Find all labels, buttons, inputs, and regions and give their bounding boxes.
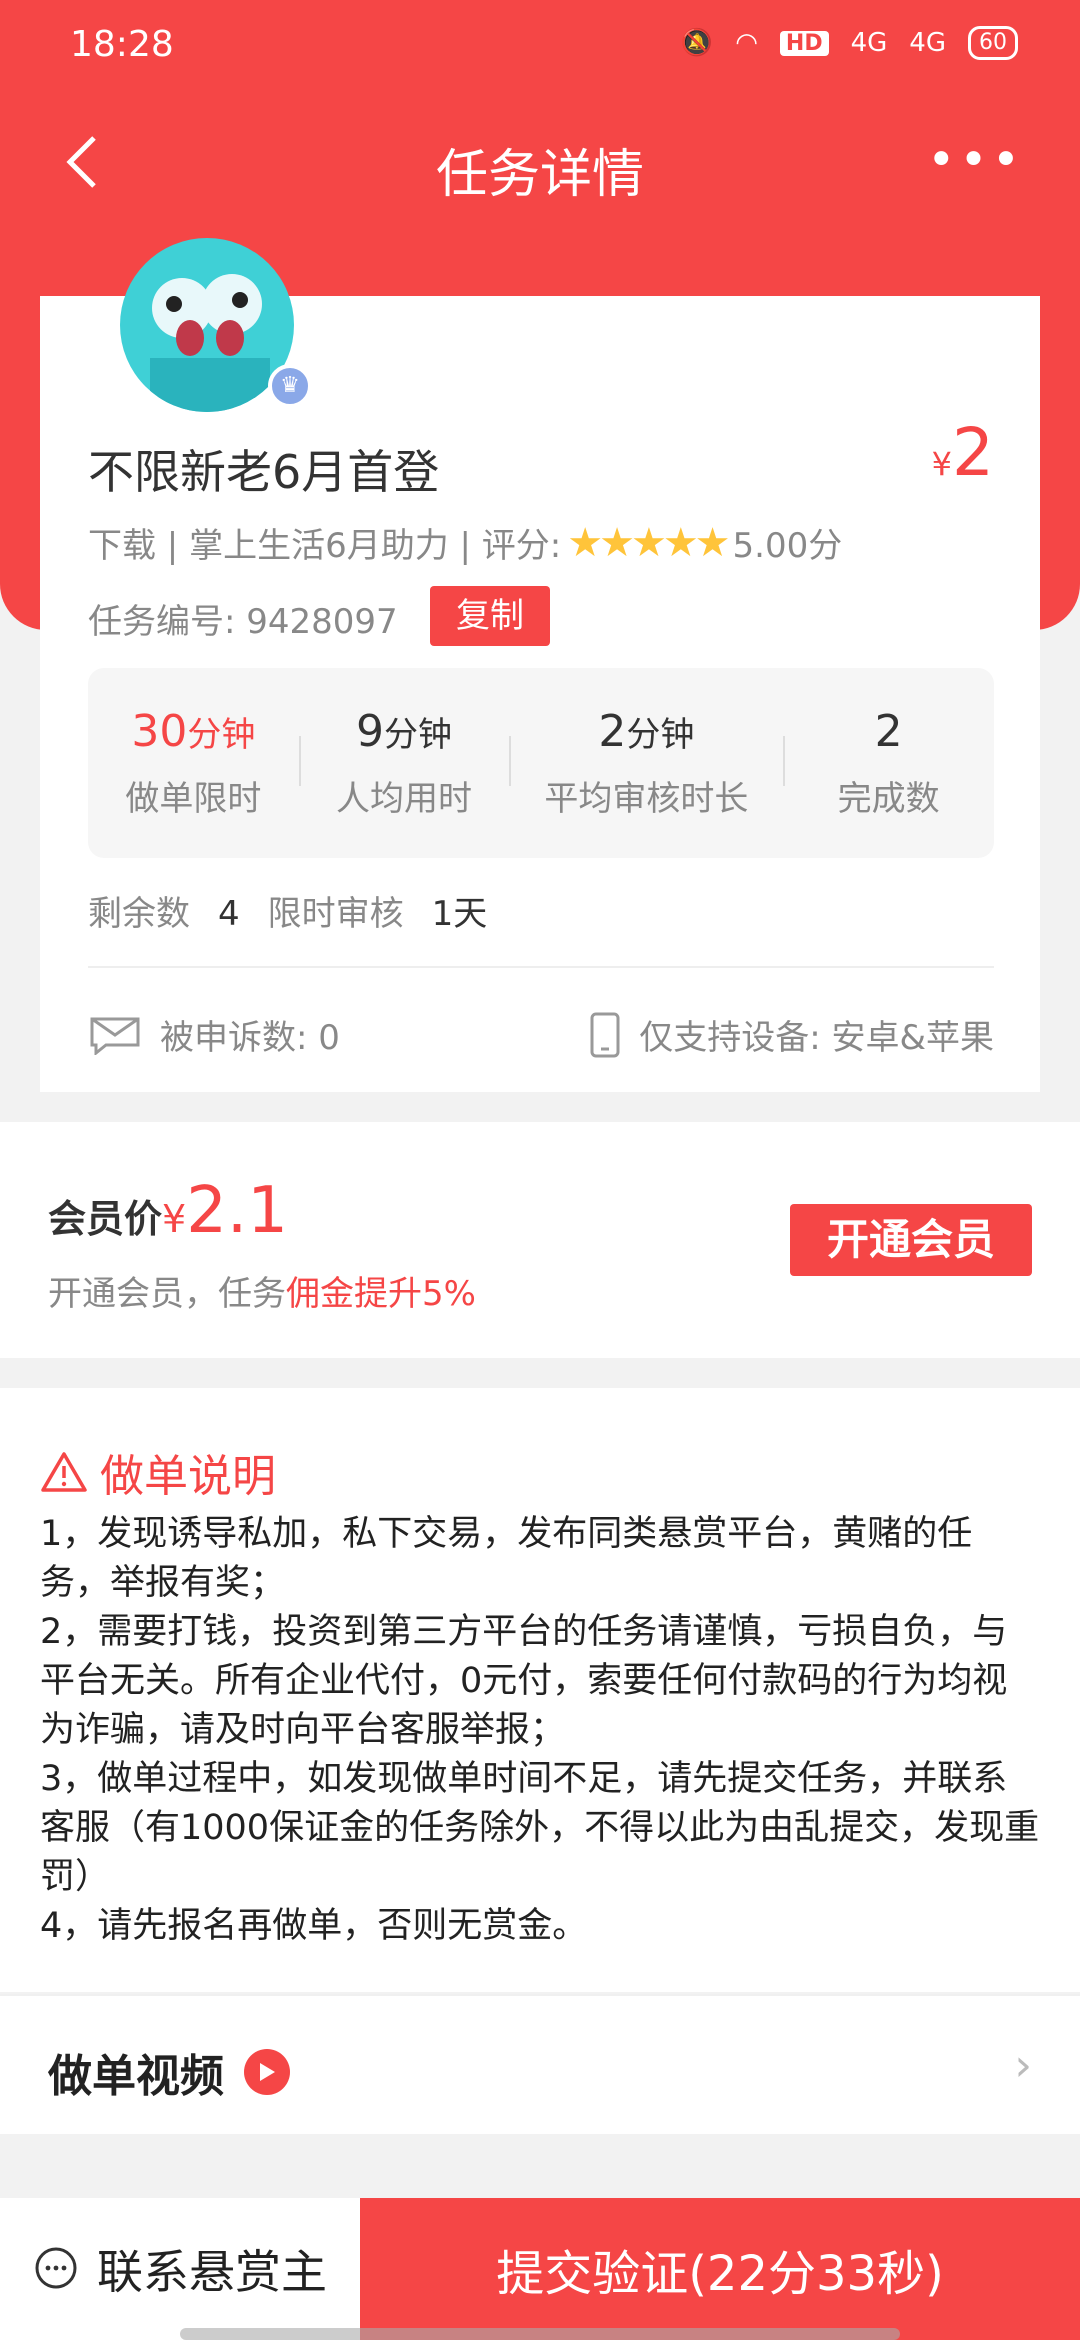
bottom-bar: 联系悬赏主 提交验证(22分33秒) — [0, 2198, 1080, 2340]
warning-icon — [41, 1452, 87, 1492]
instructions-title-text: 做单说明 — [100, 1451, 276, 1502]
device-support: 仅支持设备: 安卓&苹果 — [589, 1010, 994, 1059]
instructions-body: 1，发现诱导私加，私下交易，发布同类悬赏平台，黄赌的任务，举报有奖； 2，需要打… — [40, 1510, 1040, 1951]
chat-icon — [35, 2247, 77, 2289]
price-symbol: ¥ — [931, 445, 952, 483]
stat-value: 30 — [131, 706, 188, 757]
divider — [88, 966, 994, 968]
star-rating-icon: ★★★★★ — [567, 519, 730, 566]
remain-label: 剩余数 — [88, 894, 190, 934]
stat-avg-time: 9分钟 人均用时 — [298, 668, 510, 858]
member-section: 会员价¥2.1 开通会员，任务佣金提升5% 开通会员 — [0, 1122, 1080, 1358]
task-meta-text: 下载 | 掌上生活6月助力 | 评分: — [88, 526, 562, 566]
instructions-title: 做单说明 — [40, 1440, 276, 1504]
remain-info: 剩余数 4 限时审核 1天 — [88, 886, 515, 935]
task-title: 不限新老6月首登 — [88, 445, 440, 499]
stat-value: 9 — [356, 706, 385, 757]
stat-label: 人均用时 — [336, 779, 473, 819]
contact-label: 联系悬赏主 — [97, 2245, 327, 2299]
phone-icon — [590, 1012, 620, 1057]
member-desc-text: 开通会员，任务 — [48, 1274, 286, 1314]
status-time: 18:28 — [70, 24, 174, 65]
mute-icon: 🔕 — [680, 28, 714, 58]
member-price-label: 会员价 — [48, 1197, 163, 1241]
nav-bar: 任务详情 ••• — [0, 110, 1080, 220]
member-price: 会员价¥2.1 — [48, 1174, 288, 1248]
task-meta: 下载 | 掌上生活6月助力 | 评分: ★★★★★ 5.00分 — [88, 518, 842, 567]
member-price-value: 2.1 — [186, 1174, 288, 1248]
message-icon — [90, 1017, 140, 1055]
price-value: 2 — [952, 414, 994, 491]
instructions-section: 做单说明 1，发现诱导私加，私下交易，发布同类悬赏平台，黄赌的任务，举报有奖； … — [0, 1388, 1080, 1992]
instruction-item: 2，需要打钱，投资到第三方平台的任务请谨慎，亏损自负，与平台无关。所有企业代付，… — [40, 1612, 1008, 1750]
battery-icon: 60 — [968, 26, 1018, 60]
stat-review-time: 2分钟 平均审核时长 — [509, 668, 783, 858]
instruction-item: 3，做单过程中，如发现做单时间不足，请先提交任务，并联系客服（有1000保证金的… — [40, 1759, 1040, 1897]
member-desc-highlight: 佣金提升5% — [286, 1274, 476, 1314]
stat-time-limit: 30分钟 做单限时 — [88, 668, 299, 858]
stat-unit: 分钟 — [626, 715, 695, 755]
status-icons: 🔕 ◠ HD 4G 4G 60 — [681, 26, 1018, 60]
hd-icon: HD — [779, 30, 829, 56]
review-limit-label: 限时审核 — [267, 894, 404, 934]
instruction-item: 1，发现诱导私加，私下交易，发布同类悬赏平台，黄赌的任务，举报有奖； — [40, 1514, 973, 1603]
task-price: ¥2 — [932, 414, 994, 491]
stat-value: 2 — [598, 706, 627, 757]
stat-unit: 分钟 — [384, 715, 453, 755]
complaint-count: 被申诉数: 0 — [88, 1010, 340, 1059]
stat-label: 平均审核时长 — [544, 779, 749, 819]
status-bar: 18:28 🔕 ◠ HD 4G 4G 60 — [0, 0, 1080, 96]
signal-icon-2: 4G — [909, 28, 946, 58]
contact-owner-button[interactable]: 联系悬赏主 — [0, 2198, 360, 2340]
copy-button[interactable]: 复制 — [430, 586, 550, 646]
wifi-icon: ◠ — [735, 28, 758, 58]
vip-badge-icon: ♛ — [268, 364, 312, 408]
chevron-right-icon: › — [1014, 2040, 1032, 2091]
rating-value: 5.00分 — [732, 526, 843, 566]
stat-unit: 分钟 — [187, 715, 256, 755]
more-icon[interactable]: ••• — [927, 136, 1024, 184]
task-number: 任务编号: 9428097 — [88, 602, 398, 642]
home-indicator — [180, 2328, 900, 2340]
stat-label: 完成数 — [837, 779, 940, 819]
video-label-text: 做单视频 — [48, 2051, 224, 2102]
video-row[interactable]: 做单视频 › — [0, 1994, 1080, 2134]
task-stats: 30分钟 做单限时 9分钟 人均用时 2分钟 平均审核时长 2 完成数 — [88, 668, 994, 858]
video-label: 做单视频 — [48, 2040, 290, 2104]
member-price-symbol: ¥ — [162, 1197, 187, 1241]
stat-completed: 2 完成数 — [783, 668, 994, 858]
stat-label: 做单限时 — [125, 779, 262, 819]
device-text: 仅支持设备: 安卓&苹果 — [639, 1018, 994, 1058]
member-desc: 开通会员，任务佣金提升5% — [48, 1266, 476, 1315]
instruction-item: 4，请先报名再做单，否则无赏金。 — [40, 1906, 588, 1946]
stat-value: 2 — [874, 706, 903, 757]
signal-icon-1: 4G — [850, 28, 888, 58]
complaint-text: 被申诉数: 0 — [160, 1018, 340, 1058]
open-membership-button[interactable]: 开通会员 — [790, 1204, 1032, 1276]
review-limit-value: 1天 — [431, 894, 488, 934]
submit-verification-button[interactable]: 提交验证(22分33秒) — [360, 2198, 1080, 2340]
play-icon — [244, 2049, 290, 2095]
remain-value: 4 — [218, 894, 240, 934]
page-title: 任务详情 — [435, 145, 644, 205]
